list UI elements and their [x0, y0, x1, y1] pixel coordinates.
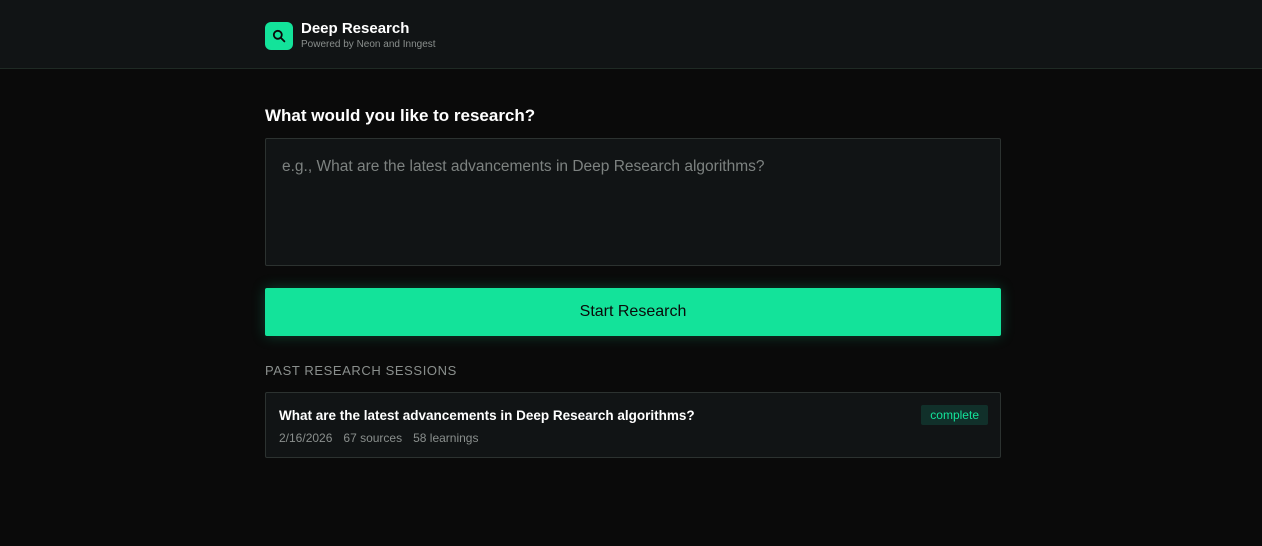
app-subtitle: Powered by Neon and Inngest — [301, 39, 436, 50]
brand-text: Deep Research Powered by Neon and Innges… — [301, 20, 436, 51]
research-prompt-heading: What would you like to research? — [265, 106, 536, 125]
brand-logo — [265, 22, 293, 50]
search-icon — [272, 29, 286, 43]
status-badge: complete — [921, 405, 988, 425]
app-header: Deep Research Powered by Neon and Innges… — [0, 0, 1262, 69]
start-research-button[interactable]: Start Research — [265, 288, 1001, 336]
main-content: What would you like to research? Start R… — [265, 105, 1001, 458]
app-title: Deep Research — [301, 20, 410, 37]
session-title: What are the latest advancements in Deep… — [279, 408, 695, 423]
brand: Deep Research Powered by Neon and Innges… — [265, 20, 436, 51]
session-card[interactable]: What are the latest advancements in Deep… — [265, 392, 1001, 458]
session-date: 2/16/2026 — [279, 431, 333, 445]
session-learnings-count: 58 learnings — [413, 431, 479, 445]
session-sources-count: 67 sources — [343, 431, 403, 445]
session-meta: 2/16/2026 67 sources 58 learnings — [279, 431, 489, 445]
past-sessions-heading: PAST RESEARCH SESSIONS — [265, 363, 457, 378]
research-query-input[interactable] — [265, 138, 1001, 266]
